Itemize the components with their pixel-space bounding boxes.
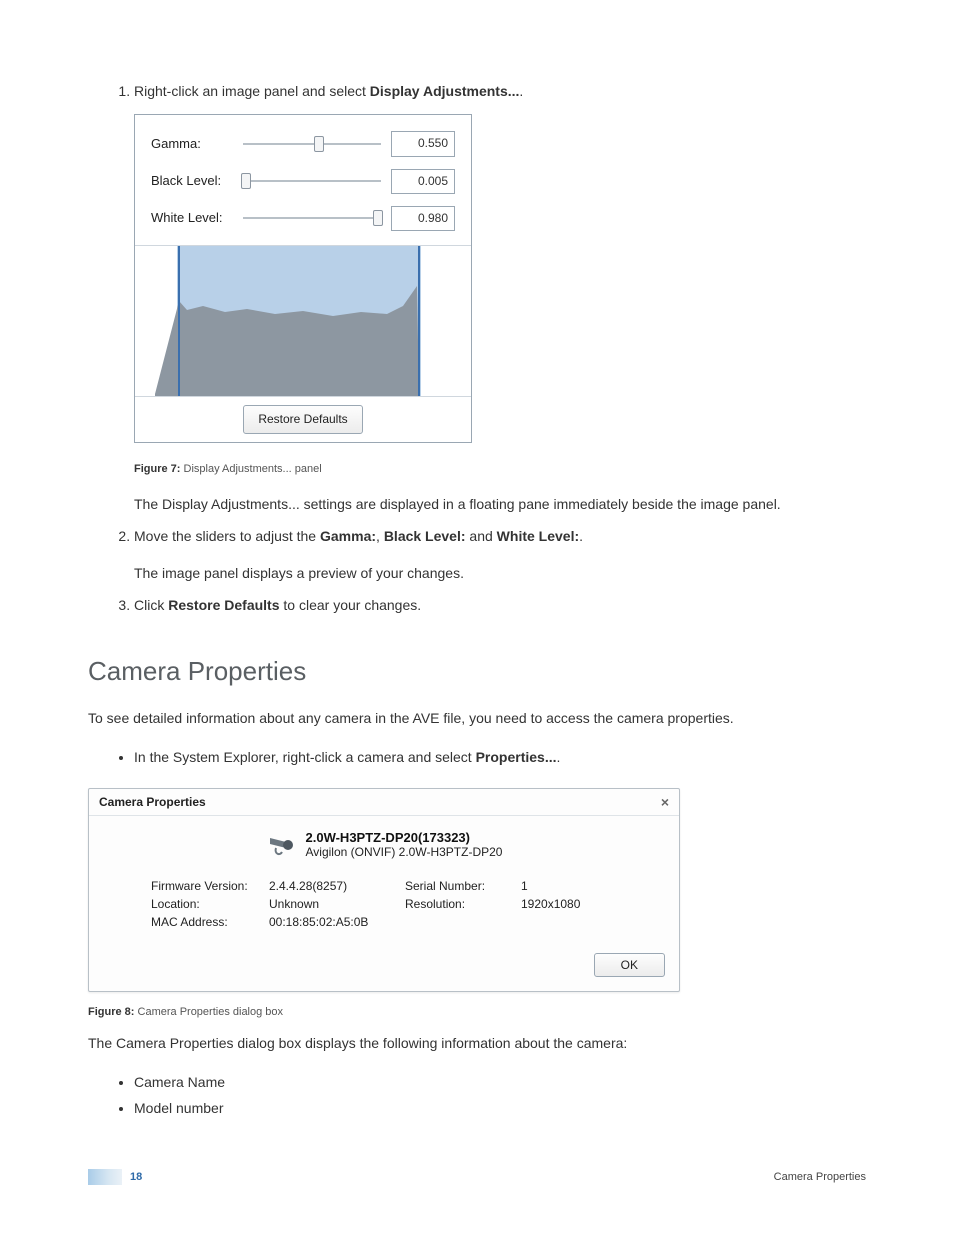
resolution-label: Resolution: xyxy=(405,897,515,911)
step-1: Right-click an image panel and select Di… xyxy=(134,80,866,515)
panel-footer: Restore Defaults xyxy=(135,396,471,442)
step-3: Click Restore Defaults to clear your cha… xyxy=(134,594,866,616)
info-item-model-number: Model number xyxy=(134,1095,866,1122)
step-2-text: Move the sliders to adjust the Gamma:, B… xyxy=(134,528,583,544)
dialog-body: 2.0W-H3PTZ-DP20(173323) Avigilon (ONVIF)… xyxy=(89,816,679,943)
black-level-slider[interactable] xyxy=(243,172,381,190)
serial-label: Serial Number: xyxy=(405,879,515,893)
step-2-subtext: The image panel displays a preview of yo… xyxy=(134,562,866,584)
footer-section: Camera Properties xyxy=(774,1171,866,1183)
restore-defaults-button[interactable]: Restore Defaults xyxy=(243,405,362,434)
firmware-value: 2.4.4.28(8257) xyxy=(269,879,399,893)
gamma-value[interactable]: 0.550 xyxy=(391,131,455,156)
page-number: 18 xyxy=(130,1171,142,1183)
camera-properties-dialog: Camera Properties × 2.0W-H3PTZ-DP20(1733… xyxy=(88,788,680,992)
black-level-row: Black Level: 0.005 xyxy=(151,169,455,194)
white-level-value[interactable]: 0.980 xyxy=(391,206,455,231)
section-title: Camera Properties xyxy=(88,656,866,687)
mac-label: MAC Address: xyxy=(151,915,263,929)
gamma-thumb[interactable] xyxy=(314,136,324,152)
camera-model: Avigilon (ONVIF) 2.0W-H3PTZ-DP20 xyxy=(306,845,503,859)
white-level-label: White Level: xyxy=(151,208,239,229)
step-1-text: Right-click an image panel and select Di… xyxy=(134,83,523,99)
section-intro: To see detailed information about any ca… xyxy=(88,707,866,729)
dialog-title: Camera Properties xyxy=(99,795,206,809)
dialog-header-text: 2.0W-H3PTZ-DP20(173323) Avigilon (ONVIF)… xyxy=(306,830,503,859)
close-icon[interactable]: × xyxy=(661,795,669,809)
figure-8-caption: Figure 8: Camera Properties dialog box xyxy=(88,1006,866,1018)
location-label: Location: xyxy=(151,897,263,911)
dialog-titlebar: Camera Properties × xyxy=(89,789,679,816)
ok-button[interactable]: OK xyxy=(594,953,665,977)
dialog-footer: OK xyxy=(89,943,679,991)
mac-value: 00:18:85:02:A5:0B xyxy=(269,915,399,929)
gamma-slider[interactable] xyxy=(243,135,381,153)
resolution-value: 1920x1080 xyxy=(521,897,631,911)
black-level-value[interactable]: 0.005 xyxy=(391,169,455,194)
gamma-label: Gamma: xyxy=(151,134,239,155)
step-3-text: Click Restore Defaults to clear your cha… xyxy=(134,597,421,613)
white-level-slider[interactable] xyxy=(243,209,381,227)
black-level-thumb[interactable] xyxy=(241,173,251,189)
black-level-label: Black Level: xyxy=(151,171,239,192)
info-item-camera-name: Camera Name xyxy=(134,1069,866,1096)
dialog-header: 2.0W-H3PTZ-DP20(173323) Avigilon (ONVIF)… xyxy=(107,830,661,859)
location-value: Unknown xyxy=(269,897,399,911)
camera-name: 2.0W-H3PTZ-DP20(173323) xyxy=(306,830,503,845)
white-level-thumb[interactable] xyxy=(373,210,383,226)
gamma-row: Gamma: 0.550 xyxy=(151,131,455,156)
step-2: Move the sliders to adjust the Gamma:, B… xyxy=(134,525,866,584)
step-1-subtext: The Display Adjustments... settings are … xyxy=(134,493,866,515)
page-footer: 18 Camera Properties xyxy=(88,1169,866,1185)
white-level-row: White Level: 0.980 xyxy=(151,206,455,231)
after-dialog-text: The Camera Properties dialog box display… xyxy=(88,1032,866,1054)
sliders-area: Gamma: 0.550 Black Level: xyxy=(135,115,471,246)
figure-7-caption: Figure 7: Display Adjustments... panel xyxy=(134,461,866,479)
info-list: Camera Name Model number xyxy=(88,1069,866,1122)
firmware-label: Firmware Version: xyxy=(151,879,263,893)
histogram xyxy=(135,246,471,396)
display-adjustments-panel: Gamma: 0.550 Black Level: xyxy=(134,114,472,443)
properties-grid: Firmware Version: 2.4.4.28(8257) Serial … xyxy=(151,879,661,929)
page-number-wrap: 18 xyxy=(88,1169,142,1185)
camera-icon xyxy=(266,832,296,858)
properties-instruction: In the System Explorer, right-click a ca… xyxy=(134,744,866,771)
serial-value: 1 xyxy=(521,879,631,893)
page-logo xyxy=(88,1169,122,1185)
